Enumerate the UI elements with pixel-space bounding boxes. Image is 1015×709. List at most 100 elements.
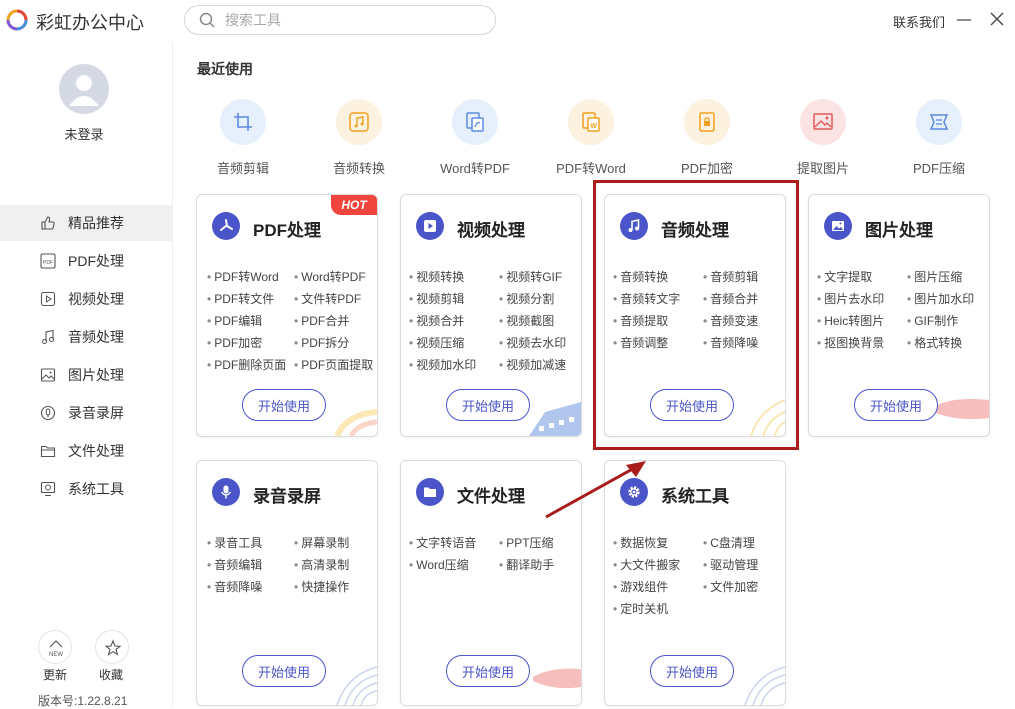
lock-icon (684, 99, 730, 145)
recent-item-pdf-encrypt[interactable]: PDF加密 (657, 99, 757, 177)
start-button[interactable]: 开始使用 (446, 655, 530, 687)
pdf-icon: PDF (39, 252, 57, 270)
recent-item-word-to-pdf[interactable]: Word转PDF (425, 99, 525, 177)
feature-link[interactable]: PDF页面提取 (294, 356, 373, 373)
feature-link[interactable]: 游戏组件 (613, 578, 668, 595)
feature-link[interactable]: PDF编辑 (207, 312, 262, 329)
sidebar-item-label: 视频处理 (68, 291, 124, 307)
feature-link[interactable]: 录音工具 (207, 534, 262, 551)
sidebar-item-recommended[interactable]: 精品推荐 (0, 205, 172, 241)
feature-link[interactable]: 抠图换背景 (817, 334, 884, 351)
minimize-icon[interactable] (955, 8, 973, 30)
feature-link[interactable]: PDF加密 (207, 334, 262, 351)
recent-item-audio-convert[interactable]: 音频转换 (309, 99, 409, 177)
close-icon[interactable] (988, 8, 1006, 30)
feature-link[interactable]: 视频剪辑 (409, 290, 464, 307)
feature-link[interactable]: 视频合并 (409, 312, 464, 329)
search-input[interactable] (225, 11, 475, 29)
start-button[interactable]: 开始使用 (446, 389, 530, 421)
start-button[interactable]: 开始使用 (854, 389, 938, 421)
feature-link[interactable]: 屏幕录制 (294, 534, 349, 551)
extract-image-icon (800, 99, 846, 145)
recent-item-label: PDF转Word (556, 161, 626, 176)
word-to-pdf-icon (452, 99, 498, 145)
feature-link[interactable]: PDF合并 (294, 312, 349, 329)
recent-item-pdf-compress[interactable]: PDF压缩 (889, 99, 989, 177)
feature-link[interactable]: 视频分割 (499, 290, 554, 307)
image-icon (39, 366, 57, 384)
feature-link[interactable]: PDF转文件 (207, 290, 274, 307)
avatar[interactable] (59, 64, 109, 114)
star-icon (104, 639, 122, 656)
favorite-button[interactable] (95, 630, 129, 664)
feature-link[interactable]: 高清录制 (294, 556, 349, 573)
feature-link[interactable]: 文件加密 (703, 578, 758, 595)
feature-link[interactable]: 视频截图 (499, 312, 554, 329)
start-button[interactable]: 开始使用 (242, 389, 326, 421)
feature-link[interactable]: 翻译助手 (499, 556, 554, 573)
app-logo-icon (6, 9, 28, 31)
card-title: 录音录屏 (253, 487, 321, 506)
start-button[interactable]: 开始使用 (242, 655, 326, 687)
feature-link[interactable]: PDF转Word (207, 268, 278, 285)
sidebar-item-system[interactable]: 系统工具 (0, 471, 172, 507)
feature-link[interactable]: 图片去水印 (817, 290, 884, 307)
login-status[interactable]: 未登录 (0, 124, 168, 143)
feature-link[interactable]: 文字提取 (817, 268, 872, 285)
feature-link[interactable]: PDF拆分 (294, 334, 349, 351)
recent-item-label: Word转PDF (440, 161, 510, 176)
feature-link[interactable]: 文件转PDF (294, 290, 361, 307)
update-badge: NEW (49, 652, 63, 658)
feature-link[interactable]: 视频去水印 (499, 334, 566, 351)
feature-link[interactable]: Heic转图片 (817, 312, 884, 329)
sidebar-item-audio[interactable]: 音频处理 (0, 319, 172, 355)
feature-link[interactable]: 格式转换 (907, 334, 962, 351)
music-convert-icon (336, 99, 382, 145)
feature-link[interactable]: 快捷操作 (294, 578, 349, 595)
feature-link[interactable]: GIF制作 (907, 312, 958, 329)
feature-link[interactable]: 驱动管理 (703, 556, 758, 573)
annotation-arrow (545, 461, 646, 519)
brush-decoration (933, 399, 989, 420)
feature-link[interactable]: 视频压缩 (409, 334, 464, 351)
feature-link[interactable]: 定时关机 (613, 600, 668, 617)
search-box[interactable] (184, 5, 496, 35)
feature-link[interactable]: 大文件搬家 (613, 556, 680, 573)
feature-link[interactable]: 音频编辑 (207, 556, 262, 573)
feature-link[interactable]: 文字转语音 (409, 534, 476, 551)
contact-us-link[interactable]: 联系我们 (893, 12, 945, 31)
sidebar-item-video[interactable]: 视频处理 (0, 281, 172, 317)
sidebar-item-label: 精品推荐 (68, 215, 124, 231)
sidebar-item-recording[interactable]: 录音录屏 (0, 395, 172, 431)
sidebar-item-files[interactable]: 文件处理 (0, 433, 172, 469)
feature-link[interactable]: 视频加水印 (409, 356, 476, 373)
sidebar-item-image[interactable]: 图片处理 (0, 357, 172, 393)
feature-link[interactable]: 视频加减速 (499, 356, 566, 373)
recent-item-pdf-to-word[interactable]: W PDF转Word (541, 99, 641, 177)
favorite-label: 收藏 (99, 668, 124, 682)
sidebar-item-pdf[interactable]: PDF PDF处理 (0, 243, 172, 279)
feature-link[interactable]: 图片加水印 (907, 290, 974, 307)
search-icon (199, 12, 215, 28)
feature-link[interactable]: C盘清理 (703, 534, 755, 551)
feature-link[interactable]: 视频转GIF (499, 268, 562, 285)
feature-link[interactable]: PPT压缩 (499, 534, 553, 551)
feature-link[interactable]: 数据恢复 (613, 534, 668, 551)
sidebar-item-label: 图片处理 (68, 367, 124, 383)
recent-item-audio-cut[interactable]: 音频剪辑 (193, 99, 293, 177)
card-recording: 录音录屏 录音工具 屏幕录制 音频编辑 高清录制 音频降噪 快捷操作 开始使用 (196, 460, 378, 706)
card-image: 图片处理 文字提取 图片压缩 图片去水印 图片加水印 Heic转图片 GIF制作… (808, 194, 990, 437)
video-icon (39, 290, 57, 308)
recent-item-extract-image[interactable]: 提取图片 (773, 99, 873, 177)
hot-badge: HOT (331, 195, 377, 215)
thumbs-up-icon (39, 214, 57, 232)
feature-link[interactable]: 图片压缩 (907, 268, 962, 285)
feature-link[interactable]: Word压缩 (409, 556, 468, 573)
update-button[interactable]: NEW (38, 630, 72, 664)
recent-item-label: PDF加密 (680, 161, 733, 176)
start-button[interactable]: 开始使用 (650, 655, 734, 687)
feature-link[interactable]: PDF删除页面 (207, 356, 286, 373)
feature-link[interactable]: 视频转换 (409, 268, 464, 285)
feature-link[interactable]: 音频降噪 (207, 578, 262, 595)
feature-link[interactable]: Word转PDF (294, 268, 365, 285)
